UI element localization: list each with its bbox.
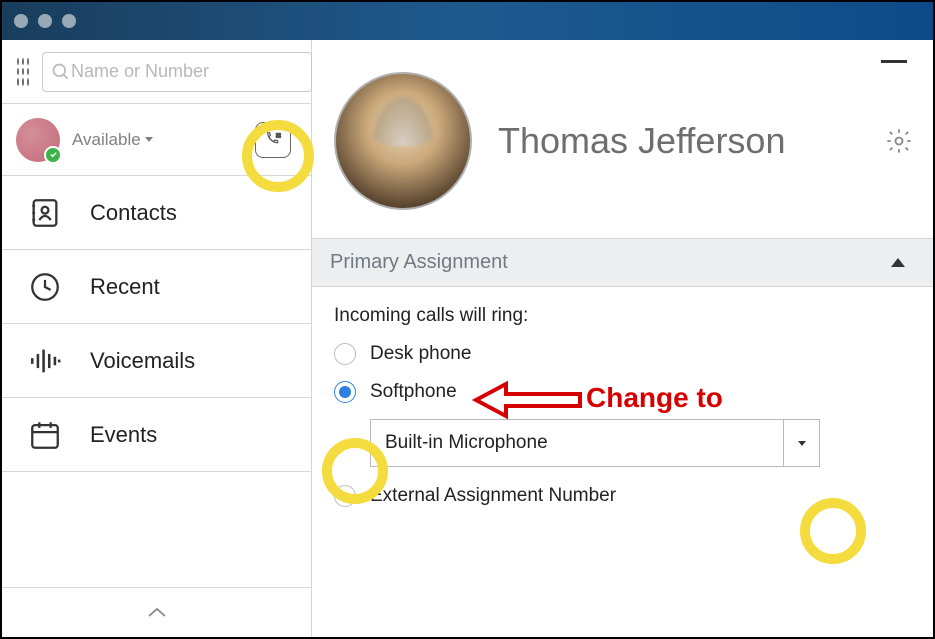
radio-softphone[interactable]: Softphone	[334, 381, 911, 403]
content-area: Available Contacts Recent	[2, 40, 933, 637]
window-controls	[14, 14, 76, 28]
clock-icon	[28, 270, 62, 304]
presence-dropdown[interactable]: Available	[72, 130, 153, 150]
settings-gear-icon[interactable]	[885, 127, 913, 155]
nav-voicemails[interactable]: Voicemails	[2, 324, 311, 398]
caret-down-icon	[798, 441, 806, 446]
radio-icon	[334, 485, 356, 507]
sidebar-collapse-button[interactable]	[2, 587, 311, 637]
incoming-calls-label: Incoming calls will ring:	[334, 305, 911, 327]
sidebar: Available Contacts Recent	[2, 40, 312, 637]
radio-softphone-label: Softphone	[370, 381, 457, 403]
radio-desk-phone[interactable]: Desk phone	[334, 343, 911, 365]
self-avatar[interactable]	[16, 118, 60, 162]
contact-avatar	[334, 72, 472, 210]
radio-desk-phone-label: Desk phone	[370, 343, 471, 365]
nav-events-label: Events	[90, 422, 157, 448]
search-box[interactable]	[42, 52, 312, 92]
contacts-icon	[28, 196, 62, 230]
nav-events[interactable]: Events	[2, 398, 311, 472]
microphone-dropdown-value: Built-in Microphone	[371, 420, 783, 466]
section-body: Incoming calls will ring: Desk phone Sof…	[312, 287, 933, 533]
radio-external-label: External Assignment Number	[370, 485, 616, 507]
radio-icon	[334, 343, 356, 365]
presence-row: Available	[2, 104, 311, 176]
search-icon	[51, 62, 71, 82]
maximize-window-button[interactable]	[62, 14, 76, 28]
dialpad-button[interactable]	[255, 122, 291, 158]
check-icon	[49, 150, 58, 159]
microphone-dropdown-button[interactable]	[783, 420, 819, 466]
presence-badge-available	[44, 146, 62, 164]
nav-recent-label: Recent	[90, 274, 160, 300]
calendar-icon	[28, 418, 62, 452]
apps-grid-icon[interactable]	[14, 55, 32, 89]
radio-icon-selected	[334, 381, 356, 403]
chevron-up-icon	[145, 606, 169, 620]
phone-dialpad-icon	[263, 130, 283, 150]
contact-header: Thomas Jefferson	[312, 40, 933, 238]
search-input[interactable]	[71, 61, 303, 82]
presence-label: Available	[72, 130, 141, 150]
caret-down-icon	[145, 137, 153, 142]
collapse-triangle-icon	[891, 258, 905, 267]
title-bar[interactable]	[2, 2, 933, 40]
radio-external-assignment[interactable]: External Assignment Number	[334, 485, 911, 507]
nav-recent[interactable]: Recent	[2, 250, 311, 324]
nav-contacts-label: Contacts	[90, 200, 177, 226]
microphone-dropdown[interactable]: Built-in Microphone	[370, 419, 820, 467]
nav-contacts[interactable]: Contacts	[2, 176, 311, 250]
close-window-button[interactable]	[14, 14, 28, 28]
main-panel: Thomas Jefferson Primary Assignment Inco…	[312, 40, 933, 637]
section-primary-assignment-header[interactable]: Primary Assignment	[312, 238, 933, 287]
contact-name: Thomas Jefferson	[498, 120, 859, 162]
compact-view-button[interactable]	[881, 60, 907, 63]
nav-voicemails-label: Voicemails	[90, 348, 195, 374]
section-title: Primary Assignment	[330, 251, 508, 274]
app-window: Available Contacts Recent	[0, 0, 935, 639]
voicemail-waveform-icon	[28, 344, 62, 378]
sidebar-top	[2, 40, 311, 104]
minimize-window-button[interactable]	[38, 14, 52, 28]
